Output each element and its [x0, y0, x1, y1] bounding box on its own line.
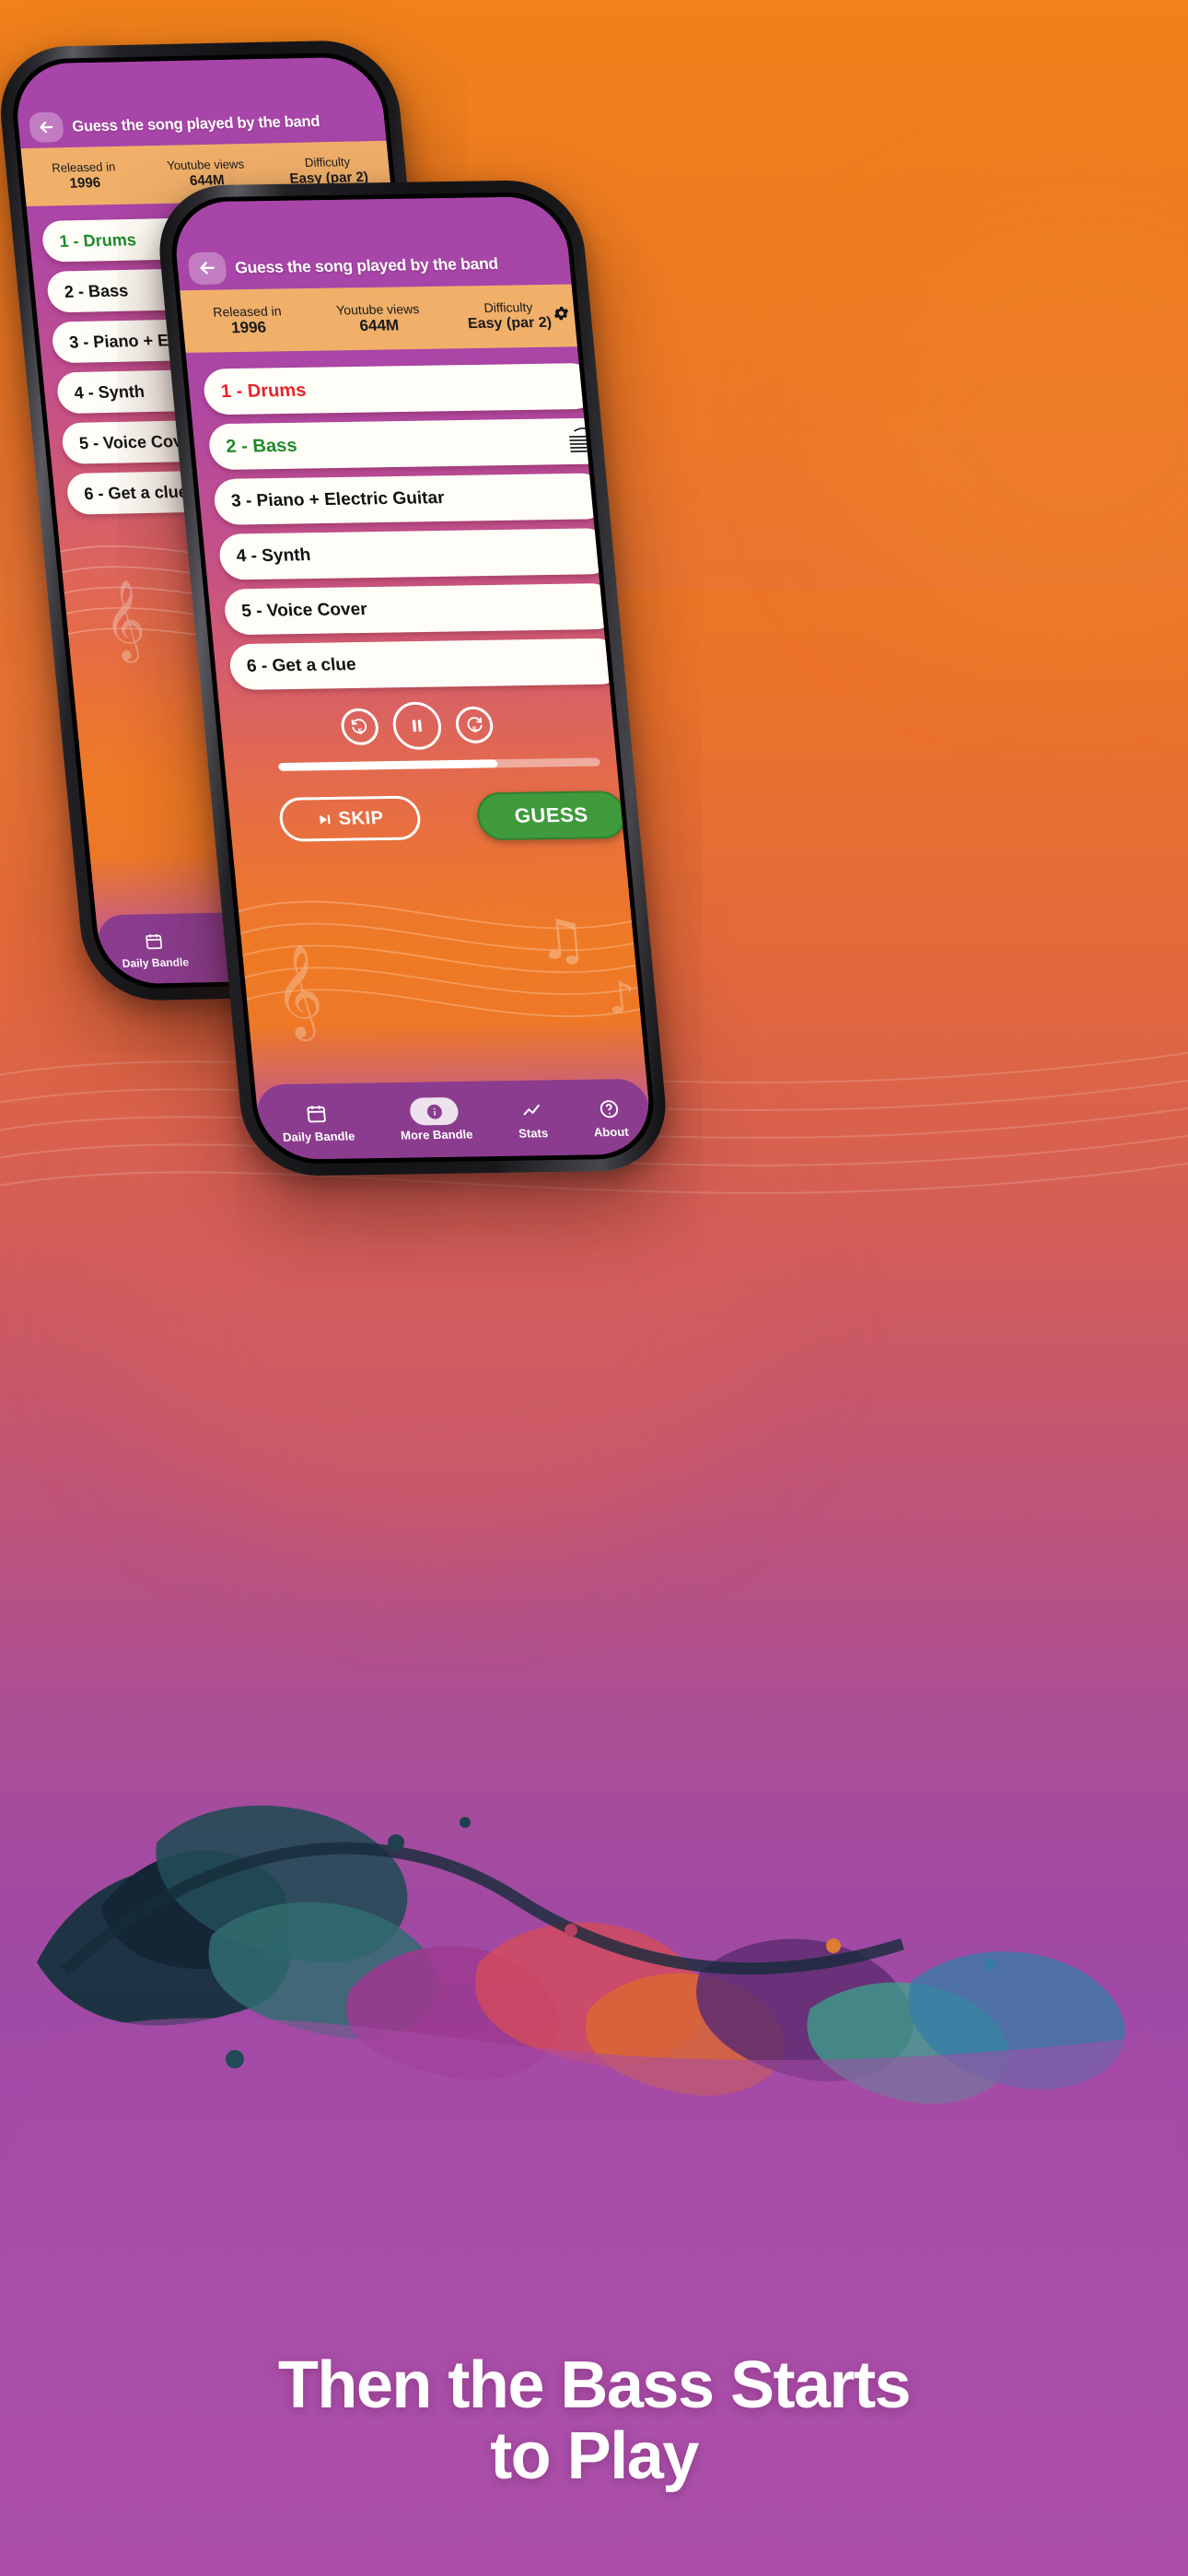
option-label: 2 - Bass — [63, 280, 130, 301]
app-title: Guess the song played by the band — [71, 112, 320, 135]
stat-value: 1996 — [230, 318, 267, 337]
app-header-front: Guess the song played by the band — [171, 195, 572, 289]
option-label: 1 - Drums — [219, 380, 308, 402]
skip-next-icon — [319, 814, 331, 825]
svg-text:♫: ♫ — [534, 907, 590, 972]
rewind-5-button[interactable]: 5 — [339, 708, 380, 745]
tab-label: Stats — [518, 1126, 549, 1141]
stat-value: 1996 — [68, 174, 102, 192]
marketing-line-1: Then the Bass Starts — [277, 2348, 912, 2423]
option-row[interactable]: 5 - Voice Cover — [223, 582, 619, 636]
tab-label: Daily Bandle — [122, 954, 190, 970]
guess-label: GUESS — [513, 802, 589, 827]
skip-label: SKIP — [337, 807, 385, 829]
marketing-headline: Then the Bass Starts to Play — [0, 2350, 1188, 2491]
option-row[interactable]: 2 - Bass — [207, 417, 619, 471]
stat-released: Released in 1996 — [22, 159, 147, 193]
option-row[interactable]: 3 - Piano + Electric Guitar — [212, 473, 609, 525]
playback-progress-bar[interactable] — [278, 757, 600, 771]
option-label: 1 - Drums — [58, 229, 137, 251]
stat-views: Youtube views 644M — [312, 300, 446, 336]
option-label: 4 - Synth — [235, 545, 312, 567]
rewind-seconds: 5 — [357, 726, 364, 736]
phone-screen-front: ······ Guess the song played by the band… — [171, 195, 654, 1161]
skip-button[interactable]: SKIP — [277, 795, 423, 842]
tab-label: About — [593, 1124, 630, 1140]
calendar-icon — [140, 929, 167, 954]
question-icon — [594, 1095, 624, 1122]
tab-daily-bandle[interactable]: Daily Bandle — [119, 928, 190, 969]
bottom-tab-bar-front: Daily Bandle More Bandle Stats About — [254, 1078, 654, 1161]
tab-label: Daily Bandle — [282, 1129, 356, 1144]
calendar-icon — [301, 1099, 332, 1127]
pause-button[interactable] — [390, 701, 444, 751]
svg-text:𝄞: 𝄞 — [269, 943, 326, 1042]
marketing-line-2: to Play — [490, 2418, 699, 2493]
option-label: 2 - Bass — [225, 435, 298, 457]
pause-icon — [412, 720, 423, 732]
stat-value: 644M — [358, 316, 401, 335]
forward-5-button[interactable]: 5 — [454, 706, 495, 744]
option-label: 5 - Voice Cover — [240, 600, 368, 622]
arrow-left-icon — [200, 262, 215, 275]
tab-more-bandle[interactable]: More Bandle — [397, 1096, 474, 1142]
tab-stats[interactable]: Stats — [515, 1095, 549, 1141]
playback-progress-fill — [278, 759, 498, 771]
back-button[interactable] — [28, 111, 64, 143]
app-header-back: Guess the song played by the band — [12, 56, 387, 147]
back-button[interactable] — [187, 252, 227, 285]
option-label: 6 - Get a clue — [246, 655, 357, 676]
info-icon — [409, 1096, 460, 1126]
tab-label: More Bandle — [400, 1127, 474, 1142]
option-row[interactable]: 1 - Drums — [202, 362, 599, 416]
tab-about[interactable]: About — [590, 1095, 629, 1139]
transport-controls: 5 5 — [219, 699, 615, 753]
gear-icon[interactable] — [551, 304, 571, 327]
svg-text:♪: ♪ — [605, 972, 638, 1024]
stat-released: Released in 1996 — [181, 303, 315, 339]
option-label: 3 - Piano + Electric Guitar — [230, 488, 446, 511]
forward-seconds: 5 — [472, 724, 478, 734]
guess-button[interactable]: GUESS — [475, 790, 628, 841]
music-staff-decoration: 𝄞 ♫ ♪ — [223, 900, 654, 1042]
stats-bar-front: Released in 1996 Youtube views 644M Diff… — [180, 284, 577, 353]
chart-icon — [516, 1095, 546, 1123]
option-label: 6 - Get a clue — [83, 481, 189, 503]
app-title: Guess the song played by the band — [234, 253, 499, 276]
arrow-left-icon — [40, 121, 53, 134]
svg-text:𝄞: 𝄞 — [100, 579, 149, 663]
tab-daily-bandle[interactable]: Daily Bandle — [279, 1099, 355, 1144]
phone-bezel: ······ Guess the song played by the band… — [166, 191, 659, 1165]
option-label: 4 - Synth — [73, 381, 146, 403]
option-row[interactable]: 6 - Get a clue — [227, 638, 624, 691]
option-row[interactable]: 4 - Synth — [217, 528, 614, 580]
